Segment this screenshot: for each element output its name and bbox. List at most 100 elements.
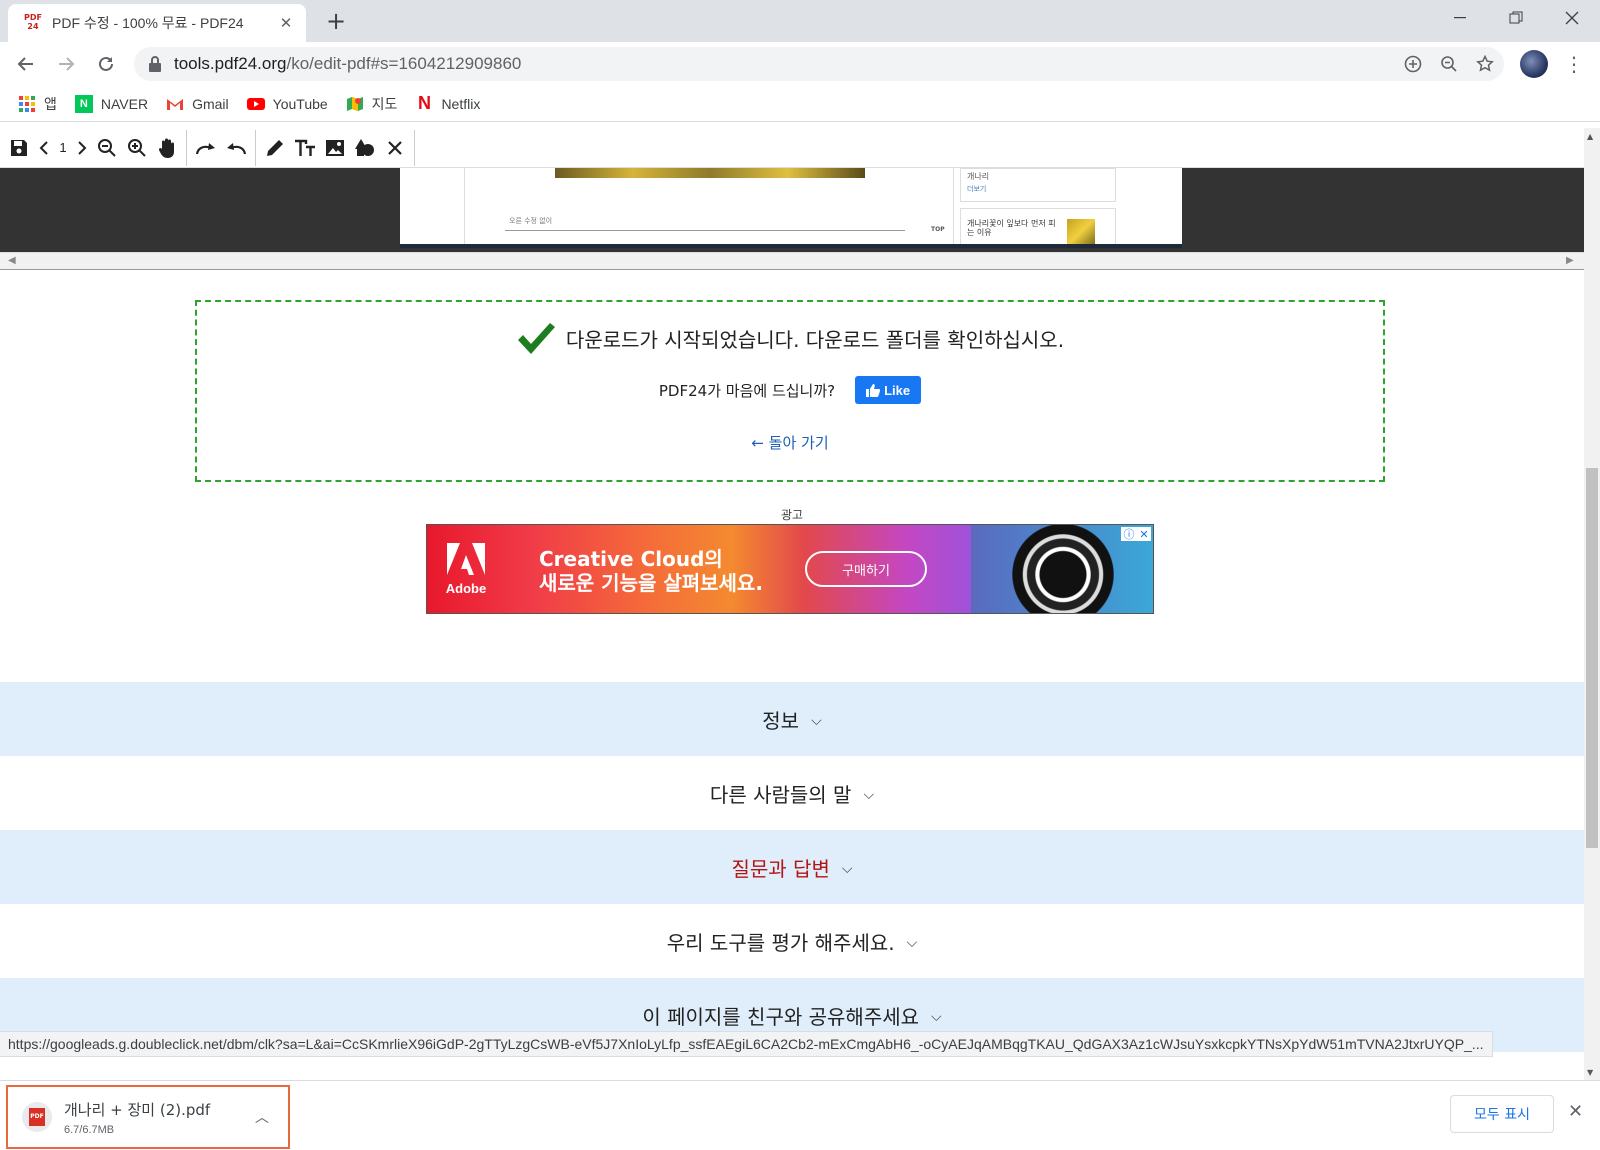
back-button[interactable]: [10, 48, 42, 80]
scroll-up-icon[interactable]: ▲: [1587, 132, 1593, 141]
ad-buy-button[interactable]: 구매하기: [805, 551, 927, 587]
browser-tab[interactable]: PDF 24 PDF 수정 - 100% 무료 - PDF24 ✕: [8, 4, 306, 42]
ad-close-icon[interactable]: ✕: [1139, 528, 1148, 541]
chevron-down-icon: ⌵: [906, 935, 918, 951]
browser-menu-icon[interactable]: ⋮: [1564, 50, 1584, 78]
zoom-in-button[interactable]: [122, 133, 152, 163]
ad-choices[interactable]: ⓘ ✕: [1121, 527, 1151, 541]
text-tool-button[interactable]: [290, 133, 320, 163]
image-tool-button[interactable]: [320, 133, 350, 163]
pdf-page-text: 오른 수정 없이: [509, 217, 553, 225]
bookmark-star-icon[interactable]: [1476, 55, 1494, 73]
pdf-canvas[interactable]: 오른 수정 없이 TOP 개나리 더보기 개나리꽃이 잎보다 먼저 피는 이유: [0, 168, 1584, 252]
chevron-left-icon: [39, 140, 48, 155]
like-row: PDF24가 마음에 드십니까? Like: [197, 376, 1383, 404]
history-tool-group: [187, 129, 256, 166]
close-window-button[interactable]: [1544, 0, 1600, 36]
forward-button[interactable]: [50, 48, 82, 80]
bookmark-apps[interactable]: 앱: [18, 94, 57, 114]
zoom-out-button[interactable]: [92, 133, 122, 163]
section-info[interactable]: 정보 ⌵: [0, 682, 1584, 756]
editor-horizontal-scrollbar[interactable]: ◀ ▶: [0, 252, 1584, 270]
redo-button[interactable]: [191, 133, 221, 163]
go-back-link[interactable]: ← 돌아 가기: [197, 432, 1383, 453]
page-vertical-scrollbar[interactable]: ▲ ▼: [1584, 128, 1600, 1080]
bookmark-label: YouTube: [272, 95, 328, 112]
maps-icon: [346, 96, 363, 111]
like-question: PDF24가 마음에 드십니까?: [658, 381, 836, 400]
arrow-right-icon: [59, 57, 75, 71]
save-button[interactable]: [4, 133, 34, 163]
bookmark-maps[interactable]: 지도: [346, 94, 397, 114]
show-all-button[interactable]: 모두 표시: [1450, 1095, 1554, 1133]
ad-headline-line1: Creative Cloud의: [539, 547, 723, 571]
gmail-icon: [167, 98, 184, 110]
profile-avatar[interactable]: [1520, 50, 1548, 78]
next-page-button[interactable]: [72, 133, 92, 163]
bookmark-label: Gmail: [192, 95, 229, 112]
pdf-side-card: 개나리 더보기: [960, 168, 1116, 202]
tab-close-icon[interactable]: ✕: [276, 13, 296, 33]
close-icon: [1565, 11, 1579, 25]
chevron-right-icon: [78, 140, 87, 155]
prev-page-button[interactable]: [34, 133, 54, 163]
section-rate-tool[interactable]: 우리 도구를 평가 해주세요. ⌵: [0, 904, 1584, 978]
bookmark-youtube[interactable]: YouTube: [246, 95, 328, 113]
bookmark-label: Netflix: [441, 95, 481, 112]
redo-icon: [195, 142, 215, 154]
hand-icon: [158, 138, 174, 158]
install-app-icon[interactable]: [1404, 55, 1422, 73]
section-label: 다른 사람들의 말: [709, 782, 852, 807]
zoom-out-icon[interactable]: [1440, 55, 1458, 73]
new-tab-button[interactable]: +: [322, 8, 350, 36]
thumbs-up-icon: [866, 383, 881, 397]
download-shelf: PDF 개나리 + 장미 (2).pdf 6.7/6.7MB ︿ 모두 표시 ✕: [0, 1080, 1600, 1150]
section-testimonials[interactable]: 다른 사람들의 말 ⌵: [0, 756, 1584, 830]
lock-icon: [149, 56, 161, 72]
pdf-page: 오른 수정 없이 TOP 개나리 더보기 개나리꽃이 잎보다 먼저 피는 이유: [400, 168, 1182, 248]
chevron-down-icon: ⌵: [863, 787, 875, 803]
ad-info-icon[interactable]: ⓘ: [1123, 526, 1134, 542]
save-icon: [11, 139, 27, 156]
zoom-in-icon: [128, 138, 146, 157]
bookmark-label: NAVER: [100, 95, 149, 112]
download-info: 개나리 + 장미 (2).pdf 6.7/6.7MB: [64, 1099, 250, 1136]
close-editor-button[interactable]: [380, 133, 410, 163]
adobe-icon: [447, 543, 485, 575]
reload-button[interactable]: [90, 48, 122, 80]
bookmark-gmail[interactable]: Gmail: [166, 95, 229, 113]
shapes-icon: [355, 138, 374, 156]
scroll-left-icon[interactable]: ◀: [8, 255, 16, 266]
scrollbar-thumb[interactable]: [1586, 468, 1598, 848]
download-item[interactable]: PDF 개나리 + 장미 (2).pdf 6.7/6.7MB ︿: [6, 1085, 290, 1149]
facebook-like-button[interactable]: Like: [855, 376, 922, 404]
shape-tool-button[interactable]: [350, 133, 380, 163]
ad-label: 광고: [780, 508, 804, 522]
browser-toolbar: tools.pdf24.org/ko/edit-pdf#s=1604212909…: [0, 42, 1600, 86]
zoom-out-icon: [98, 138, 116, 157]
tab-strip: PDF 24 PDF 수정 - 100% 무료 - PDF24 ✕ +: [0, 0, 1600, 42]
chevron-up-icon[interactable]: ︿: [250, 1107, 274, 1127]
checkmark-icon: [517, 323, 555, 354]
draw-tool-button[interactable]: [260, 133, 290, 163]
bookmark-netflix[interactable]: N Netflix: [415, 93, 481, 113]
page-number[interactable]: 1: [54, 140, 72, 155]
pan-tool-button[interactable]: [152, 133, 182, 163]
adobe-banner-ad[interactable]: Adobe Creative Cloud의 새로운 기능을 살펴보세요. 구매하…: [426, 524, 1154, 614]
scroll-down-icon[interactable]: ▼: [1587, 1068, 1593, 1077]
close-icon: [388, 140, 402, 155]
adobe-logo: Adobe: [445, 543, 487, 603]
close-shelf-icon[interactable]: ✕: [1568, 1101, 1583, 1122]
bookmark-naver[interactable]: N NAVER: [74, 94, 149, 113]
chevron-down-icon: ⌵: [931, 1009, 942, 1025]
minimize-button[interactable]: [1432, 0, 1488, 36]
section-label: 우리 도구를 평가 해주세요.: [666, 930, 895, 955]
youtube-icon: [246, 97, 265, 110]
scroll-right-icon[interactable]: ▶: [1566, 255, 1574, 266]
pdf-page-content: 오른 수정 없이 TOP: [464, 168, 954, 248]
section-faq[interactable]: 질문과 답변 ⌵: [0, 830, 1584, 904]
undo-button[interactable]: [221, 133, 251, 163]
address-bar[interactable]: tools.pdf24.org/ko/edit-pdf#s=1604212909…: [134, 47, 1504, 81]
pdf-side-card: 개나리꽃이 잎보다 먼저 피는 이유: [960, 208, 1116, 248]
restore-button[interactable]: [1488, 0, 1544, 36]
